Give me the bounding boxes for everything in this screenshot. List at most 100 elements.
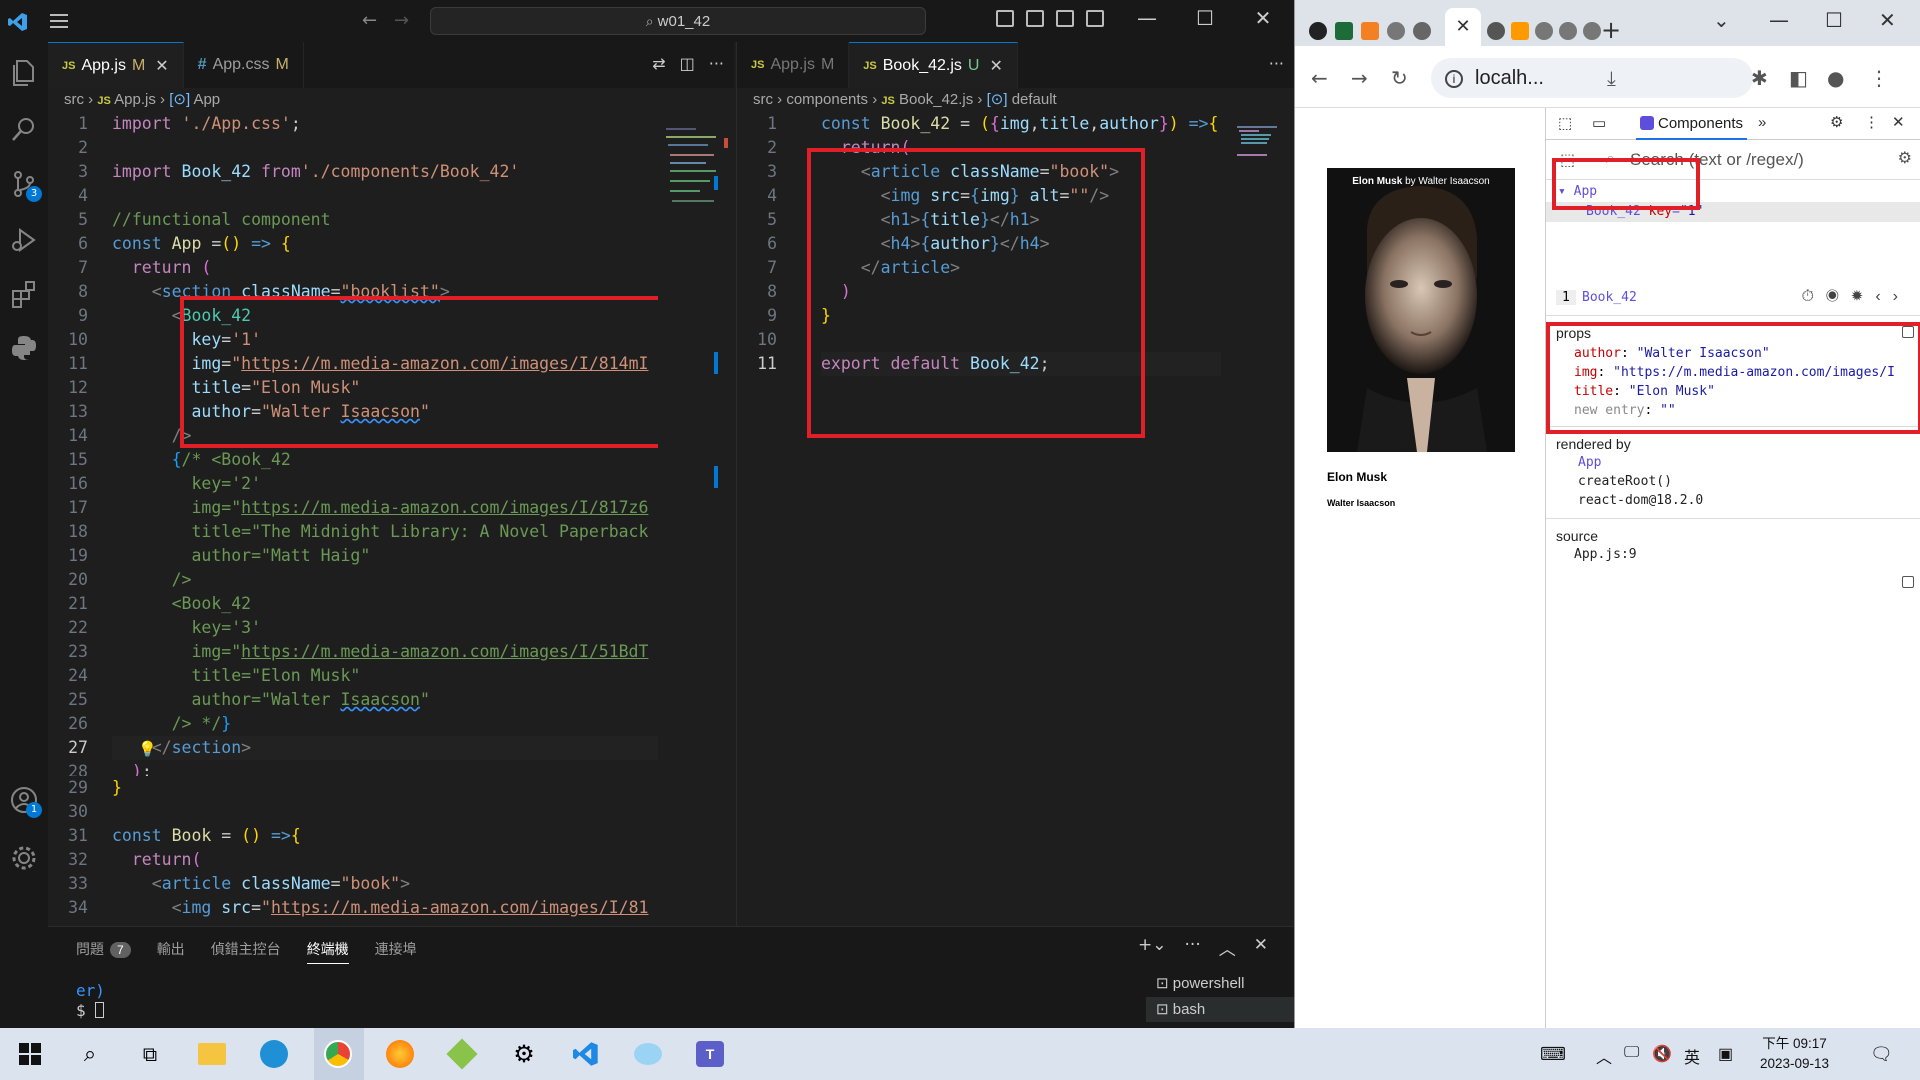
chrome-tab-icon[interactable] <box>1583 22 1601 40</box>
python-icon[interactable] <box>8 332 40 364</box>
terminal-output[interactable]: er) $ <box>76 981 105 1021</box>
tab-output[interactable]: 輸出 <box>157 939 185 964</box>
rendered-by-item[interactable]: App <box>1546 455 1920 474</box>
copy-icon[interactable] <box>1902 576 1914 588</box>
close-panel-icon[interactable]: ✕ <box>1254 935 1268 960</box>
more-actions-icon[interactable]: ··· <box>1185 935 1201 960</box>
maximize-button[interactable]: ☐ <box>1825 8 1843 32</box>
new-tab-button[interactable]: + <box>1601 16 1621 44</box>
close-window-button[interactable]: ✕ <box>1240 6 1286 30</box>
tab-search-icon[interactable]: ⌄ <box>1713 8 1730 32</box>
maximize-panel-icon[interactable]: ︿ <box>1219 935 1236 960</box>
profile-avatar-icon[interactable]: ● <box>1827 66 1844 90</box>
tab-components[interactable]: Components <box>1636 108 1748 140</box>
git-icon[interactable] <box>444 1036 480 1072</box>
input-language[interactable]: 英 <box>1684 1044 1700 1068</box>
command-search[interactable]: ⌕ w01_42 <box>430 7 926 35</box>
more-actions-icon[interactable]: ··· <box>709 54 724 73</box>
notification-icon[interactable]: 🗨 <box>1870 1044 1893 1065</box>
settings-gear-icon[interactable]: ⚙ <box>1830 113 1843 131</box>
search-icon[interactable]: ⌕ <box>72 1036 108 1072</box>
menu-icon[interactable] <box>48 10 70 32</box>
customize-layout-icon[interactable] <box>1086 10 1104 27</box>
timer-icon[interactable]: ⏱ <box>1802 288 1826 305</box>
tab-debug-console[interactable]: 偵錯主控台 <box>211 939 281 964</box>
split-editor-icon[interactable]: ◫ <box>680 54 695 73</box>
toggle-panel-icon[interactable] <box>1026 10 1044 27</box>
settings-gear-icon[interactable] <box>8 842 40 874</box>
toggle-primary-sidebar-icon[interactable] <box>996 10 1014 27</box>
inspect-element-icon[interactable]: ⬚ <box>1558 114 1572 132</box>
active-tab-close-icon[interactable]: ✕ <box>1445 8 1481 46</box>
tab-terminal[interactable]: 終端機 <box>306 939 349 964</box>
minimize-button[interactable]: — <box>1124 6 1170 30</box>
app-tab-icon[interactable] <box>1335 22 1353 40</box>
toggle-secondary-sidebar-icon[interactable] <box>1056 10 1074 27</box>
more-actions-icon[interactable]: ··· <box>1269 54 1284 73</box>
paint-icon[interactable] <box>630 1036 666 1072</box>
extensions-icon[interactable] <box>8 278 40 310</box>
minimize-button[interactable]: — <box>1769 8 1789 32</box>
extensions-icon[interactable]: ✱ <box>1751 66 1768 90</box>
more-tabs-icon[interactable]: » <box>1758 114 1766 131</box>
breadcrumb-folder[interactable]: src <box>64 91 84 108</box>
code-editor-left-lower[interactable]: } const Book = () =>{ return( <article c… <box>48 776 668 926</box>
breadcrumb-file[interactable]: App.js <box>114 91 156 108</box>
compare-icon[interactable]: ⇄ <box>652 54 665 73</box>
settings-gear-icon[interactable]: ⚙ <box>1898 148 1912 167</box>
chrome-menu-icon[interactable]: ⋮ <box>1869 66 1889 90</box>
amazon-tab-icon[interactable] <box>1511 22 1529 40</box>
task-view-icon[interactable]: ⧉ <box>132 1036 168 1072</box>
chrome-icon[interactable] <box>320 1036 356 1072</box>
ime-icon[interactable]: ▣ <box>1718 1044 1733 1064</box>
breadcrumb-symbol[interactable]: default <box>1012 91 1057 108</box>
tab-app-js[interactable]: JS App.js M <box>737 42 850 88</box>
more-options-icon[interactable]: ⋮ <box>1864 113 1879 131</box>
install-icon[interactable]: ⤓ <box>1607 66 1616 90</box>
terminal-item-powershell[interactable]: ⊡ powershell <box>1146 971 1294 997</box>
close-devtools-icon[interactable]: ✕ <box>1892 113 1905 131</box>
breadcrumb-subfolder[interactable]: components <box>786 91 868 108</box>
code-icon[interactable]: ‹› <box>1875 288 1910 305</box>
close-tab-icon[interactable]: ✕ <box>989 56 1002 76</box>
address-bar[interactable]: i localh... <box>1431 58 1753 98</box>
terminal-item-bash[interactable]: ⊡ bash <box>1146 997 1294 1023</box>
chrome-tab-icon[interactable] <box>1559 22 1577 40</box>
breadcrumb-symbol[interactable]: App <box>193 91 220 108</box>
tab-app-css[interactable]: # App.css M <box>183 42 304 88</box>
network-icon[interactable]: 🖵 <box>1624 1044 1639 1062</box>
show-hidden-icons[interactable]: ︿ <box>1596 1044 1612 1068</box>
reload-icon[interactable]: ↻ <box>1391 66 1408 90</box>
breadcrumb-file[interactable]: Book_42.js <box>899 91 973 108</box>
source-control-icon[interactable]: 3 <box>8 168 42 202</box>
tab-ports[interactable]: 連接埠 <box>375 939 417 964</box>
forward-arrow-icon[interactable]: → <box>1351 66 1368 90</box>
settings-gear-icon[interactable]: ⚙ <box>506 1036 542 1072</box>
back-arrow-icon[interactable]: ← <box>362 10 377 31</box>
search-icon[interactable] <box>8 114 40 146</box>
chrome-tab-icon[interactable] <box>1413 22 1431 40</box>
back-arrow-icon[interactable]: ← <box>1311 66 1328 90</box>
chrome-tab-icon[interactable] <box>1535 22 1553 40</box>
breadcrumb-folder[interactable]: src <box>753 91 773 108</box>
teams-icon[interactable]: T <box>692 1036 728 1072</box>
close-tab-icon[interactable]: ✕ <box>155 56 168 76</box>
run-debug-icon[interactable] <box>8 224 40 256</box>
accounts-icon[interactable]: 1 <box>8 784 42 818</box>
explorer-icon[interactable] <box>8 56 40 88</box>
side-panel-icon[interactable]: ◧ <box>1789 66 1808 90</box>
github-tab-icon[interactable] <box>1309 22 1327 40</box>
source-location[interactable]: App.js:9 <box>1546 547 1920 566</box>
tab-problems[interactable]: 問題 7 <box>76 939 131 964</box>
file-explorer-icon[interactable] <box>194 1036 230 1072</box>
new-terminal-icon[interactable]: +⌄ <box>1138 935 1167 960</box>
tab-book42-js[interactable]: JS Book_42.js U ✕ <box>849 42 1018 88</box>
site-info-icon[interactable]: i <box>1445 69 1463 88</box>
stackoverflow-tab-icon[interactable] <box>1361 22 1379 40</box>
minimap-right[interactable] <box>1231 114 1295 414</box>
firefox-icon[interactable] <box>382 1036 418 1072</box>
volume-icon[interactable]: 🔇 <box>1652 1044 1672 1064</box>
edge-icon[interactable] <box>256 1036 292 1072</box>
lightbulb-icon[interactable]: 💡 <box>138 740 157 758</box>
tab-app-js[interactable]: JS App.js M ✕ <box>48 42 184 88</box>
